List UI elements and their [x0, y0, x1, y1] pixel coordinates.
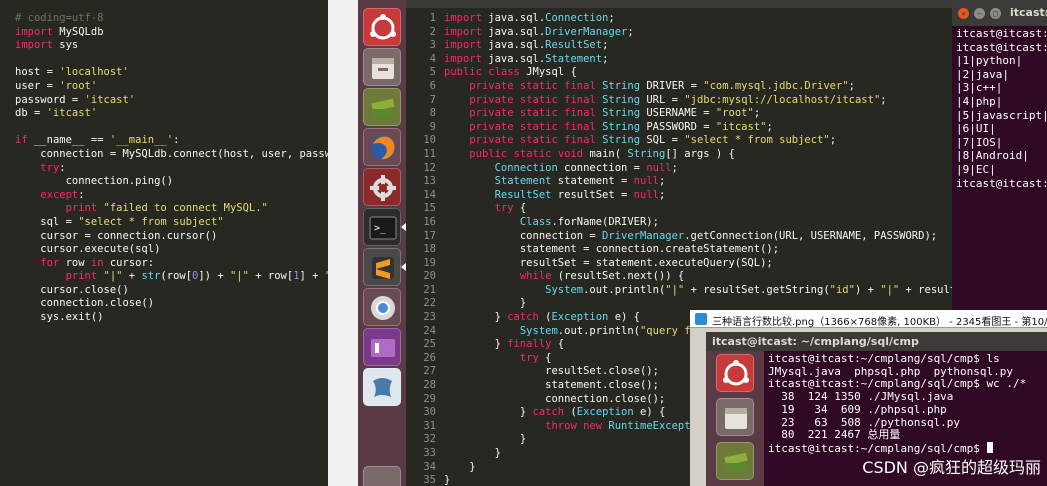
trash-icon[interactable]: [363, 466, 401, 486]
books-icon[interactable]: [363, 88, 401, 126]
firefox-icon[interactable]: [363, 128, 401, 166]
minimize-icon[interactable]: –: [974, 8, 985, 19]
books-icon: [716, 442, 754, 480]
close-icon[interactable]: ✕: [958, 8, 969, 19]
files-icon: [716, 398, 754, 436]
video-icon[interactable]: [363, 328, 401, 366]
editor-tab-strip: [406, 0, 952, 8]
unity-launcher: [706, 351, 764, 486]
chrome-icon[interactable]: [363, 288, 401, 326]
viewer-app-icon: [695, 313, 707, 325]
python-code[interactable]: # coding=utf-8 import MySQLdb import sys…: [15, 12, 328, 325]
maximize-icon[interactable]: □: [990, 8, 1001, 19]
viewer-titlebar[interactable]: 三种语言行数比较.png（1366×768像素, 100KB） - 2345看图…: [690, 310, 1047, 328]
watermark: CSDN @疯狂的超级玛丽: [862, 458, 1041, 477]
line-number-gutter: 1 2 3 4 5 6 7 8 9 10 11 12 13 14 15 16 1…: [423, 12, 436, 486]
python-editor[interactable]: # coding=utf-8 import MySQLdb import sys…: [0, 0, 328, 486]
terminal-icon[interactable]: >_: [363, 208, 401, 246]
terminal-titlebar[interactable]: ✕ – □ itcast@itcast: [952, 0, 1047, 26]
ubuntu-icon: [716, 354, 754, 392]
terminal-title: itcast@itcast: ~/cmplang/sql/cmp: [712, 335, 919, 348]
settings-icon[interactable]: [363, 168, 401, 206]
unity-launcher: >_: [358, 0, 406, 486]
svg-text:>_: >_: [374, 223, 387, 234]
terminal-titlebar: itcast@itcast: ~/cmplang/sql/cmp: [706, 332, 1047, 351]
background-strip: [328, 0, 358, 486]
files-icon[interactable]: [363, 48, 401, 86]
terminal-output: itcast@itcast:~/cmplang/sql/cmp$ ls JMys…: [768, 352, 1027, 455]
terminal-title: itcast@itcast: [1010, 6, 1047, 19]
terminal-cursor: [986, 441, 993, 453]
workbench-icon[interactable]: [363, 368, 401, 406]
sublime-icon[interactable]: [363, 248, 401, 286]
ubuntu-icon[interactable]: [363, 8, 401, 46]
viewer-title: 三种语言行数比较.png（1366×768像素, 100KB） - 2345看图…: [712, 317, 1047, 328]
terminal-output[interactable]: itcast@itcast:~/cmplang/sql/cmp$ python …: [956, 27, 1047, 190]
